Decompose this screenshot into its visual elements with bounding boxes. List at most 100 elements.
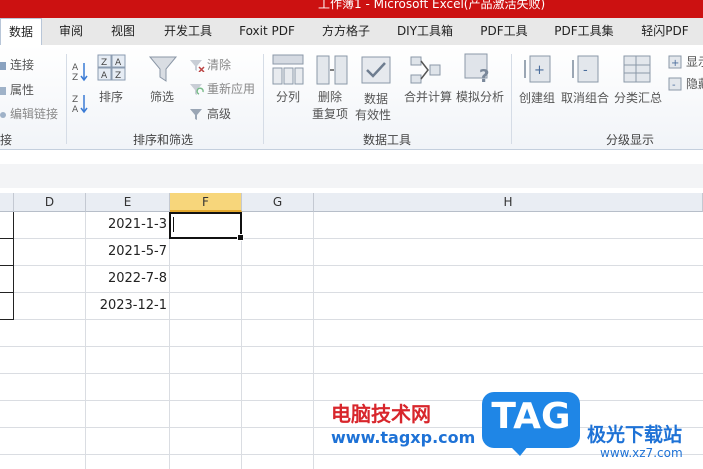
column-header-d[interactable]: D [14,193,86,212]
tab-developer[interactable]: 开发工具 [158,18,218,45]
tab-qingshan-pdf[interactable]: 轻闪PDF [634,18,696,45]
connections-group-label: 接 [0,133,13,147]
group-separator [66,54,67,144]
properties-button[interactable]: 属性 [10,81,34,98]
column-header-e[interactable]: E [86,193,170,212]
text-to-columns-icon[interactable] [272,54,304,90]
sort-za-icon[interactable]: ZA [72,92,90,118]
svg-text:-: - [583,63,588,78]
clear-filter-icon [189,57,205,76]
ribbon-tab-bar: 数据 审阅 视图 开发工具 Foxit PDF 方方格子 DIY工具箱 PDF工… [0,18,703,47]
subtotal-button[interactable]: 分类汇总 [614,89,662,106]
what-if-analysis-button[interactable]: 模拟分析 [456,88,504,105]
group-separator [263,54,264,144]
subtotal-icon[interactable] [622,54,652,88]
advanced-button[interactable]: 高级 [207,105,231,122]
filter-button[interactable]: 筛选 [150,88,174,105]
remove-duplicates-button-line1[interactable]: 删除 [318,88,342,105]
svg-text:A: A [72,105,79,114]
group-button[interactable]: 创建组 [519,89,555,106]
edit-links-icon [0,106,8,125]
group-separator [511,54,512,144]
group-icon[interactable]: + [522,54,552,88]
tag-logo: TAG [480,390,582,456]
svg-text:-: - [672,80,676,91]
bordered-cell[interactable] [0,293,14,320]
grid-line [241,212,242,469]
hide-detail-icon: - [668,76,684,95]
svg-text:?: ? [479,66,489,86]
properties-icon [0,82,8,101]
text-to-columns-button[interactable]: 分列 [276,88,300,105]
cell-e-date[interactable]: 2021-5-7 [86,239,170,265]
bordered-cell[interactable] [0,266,14,293]
sort-filter-group-label: 排序和筛选 [133,133,194,147]
column-header-partial[interactable] [0,193,14,212]
data-validation-button-line2[interactable]: 有效性 [355,106,391,123]
cell-e-date[interactable]: 2022-7-8 [86,266,170,292]
consolidate-icon[interactable] [410,54,442,90]
column-header-h[interactable]: H [314,193,703,212]
remove-duplicates-button-line2[interactable]: 重复项 [312,105,348,122]
cell-e-date[interactable]: 2021-1-3 [86,212,170,238]
svg-text:Z: Z [115,71,121,81]
bordered-cell[interactable] [0,212,14,239]
fill-handle[interactable] [237,234,244,241]
outline-group-label: 分级显示 [606,133,655,147]
grid-line [0,373,703,374]
grid-line [0,319,703,320]
tab-pdf-toolset[interactable]: PDF工具集 [548,18,620,45]
watermark-brand-name: 极光下载站 [587,424,683,446]
tab-foxit-pdf[interactable]: Foxit PDF [232,18,302,45]
tab-view[interactable]: 视图 [98,18,148,45]
svg-text:A: A [72,63,79,73]
grid-line [0,454,703,455]
tab-pdf-tools[interactable]: PDF工具 [474,18,534,45]
svg-text:+: + [671,58,679,69]
grid-line [0,346,703,347]
tab-review[interactable]: 审阅 [46,18,96,45]
svg-text:Z: Z [72,95,78,105]
watermark-site-name: 电脑技术网 [331,402,431,426]
show-detail-button[interactable]: 显示 [686,53,703,70]
sort-az-icon[interactable]: AZ [72,60,90,86]
tag-logo-text: TAG [491,396,571,437]
bordered-cell[interactable] [0,239,14,266]
grid-line [313,212,314,469]
tab-diy-toolbox[interactable]: DIY工具箱 [392,18,458,45]
svg-text:Z: Z [72,73,78,82]
ungroup-button[interactable]: 取消组合 [561,89,609,106]
svg-text:Z: Z [101,58,107,68]
ungroup-icon[interactable]: - [570,54,600,88]
column-header-f[interactable]: F [170,193,242,212]
reapply-icon [189,81,205,100]
clear-button[interactable]: 清除 [207,56,231,73]
sort-button[interactable]: 排序 [99,88,123,105]
watermark-brand-url: www.xz7.com [600,446,683,460]
data-validation-icon[interactable] [360,54,392,90]
title-bar: 工作簿1 - Microsoft Excel(产品激活失败) [0,0,703,18]
connections-button[interactable]: 连接 [10,56,34,73]
active-cell-f[interactable] [169,212,244,241]
svg-text:A: A [101,71,108,81]
what-if-analysis-icon[interactable]: ? [464,52,496,90]
window-title: 工作簿1 - Microsoft Excel(产品激活失败) [318,0,546,11]
text-cursor [173,217,174,232]
cell-e-date[interactable]: 2023-12-1 [86,293,170,319]
advanced-filter-icon [189,106,205,125]
remove-duplicates-icon[interactable] [316,54,348,90]
svg-text:A: A [115,58,122,68]
svg-text:+: + [534,63,545,78]
tab-fangfang[interactable]: 方方格子 [316,18,376,45]
edit-links-button[interactable]: 编辑链接 [10,105,58,122]
data-tools-group-label: 数据工具 [363,133,412,147]
consolidate-button[interactable]: 合并计算 [404,88,452,105]
filter-icon[interactable] [148,54,178,88]
sort-dialog-icon[interactable]: ZAAZ [97,54,127,86]
hide-detail-button[interactable]: 隐藏 [686,75,703,92]
reapply-button[interactable]: 重新应用 [207,80,255,97]
tab-data[interactable]: 数据 [0,18,42,47]
column-header-g[interactable]: G [242,193,314,212]
data-validation-button-line1[interactable]: 数据 [364,90,388,107]
watermark-site-url: www.tagxp.com [331,428,476,447]
